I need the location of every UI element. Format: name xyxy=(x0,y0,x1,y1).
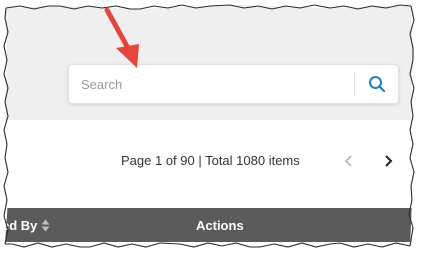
column-header-label: ed By xyxy=(2,217,38,233)
next-page-button[interactable] xyxy=(377,150,399,172)
column-header-actions: Actions xyxy=(196,208,244,242)
search-icon xyxy=(369,76,386,93)
search-panel xyxy=(4,5,413,120)
screenshot-excerpt: Page 1 of 90 | Total 1080 items ed By Ac… xyxy=(2,5,413,247)
column-header-created-by[interactable]: ed By xyxy=(2,208,50,242)
page-info: Page 1 of 90 | Total 1080 items xyxy=(121,153,300,168)
annotation-arrow xyxy=(104,7,139,68)
search-button[interactable] xyxy=(355,65,399,103)
column-header-label: Actions xyxy=(196,217,244,233)
table-header: ed By Actions xyxy=(2,208,413,242)
chevron-left-icon xyxy=(344,155,352,167)
chevron-right-icon xyxy=(385,155,393,167)
sort-icon xyxy=(41,219,50,231)
previous-page-button[interactable] xyxy=(338,150,360,172)
pagination-bar: Page 1 of 90 | Total 1080 items xyxy=(4,140,413,184)
